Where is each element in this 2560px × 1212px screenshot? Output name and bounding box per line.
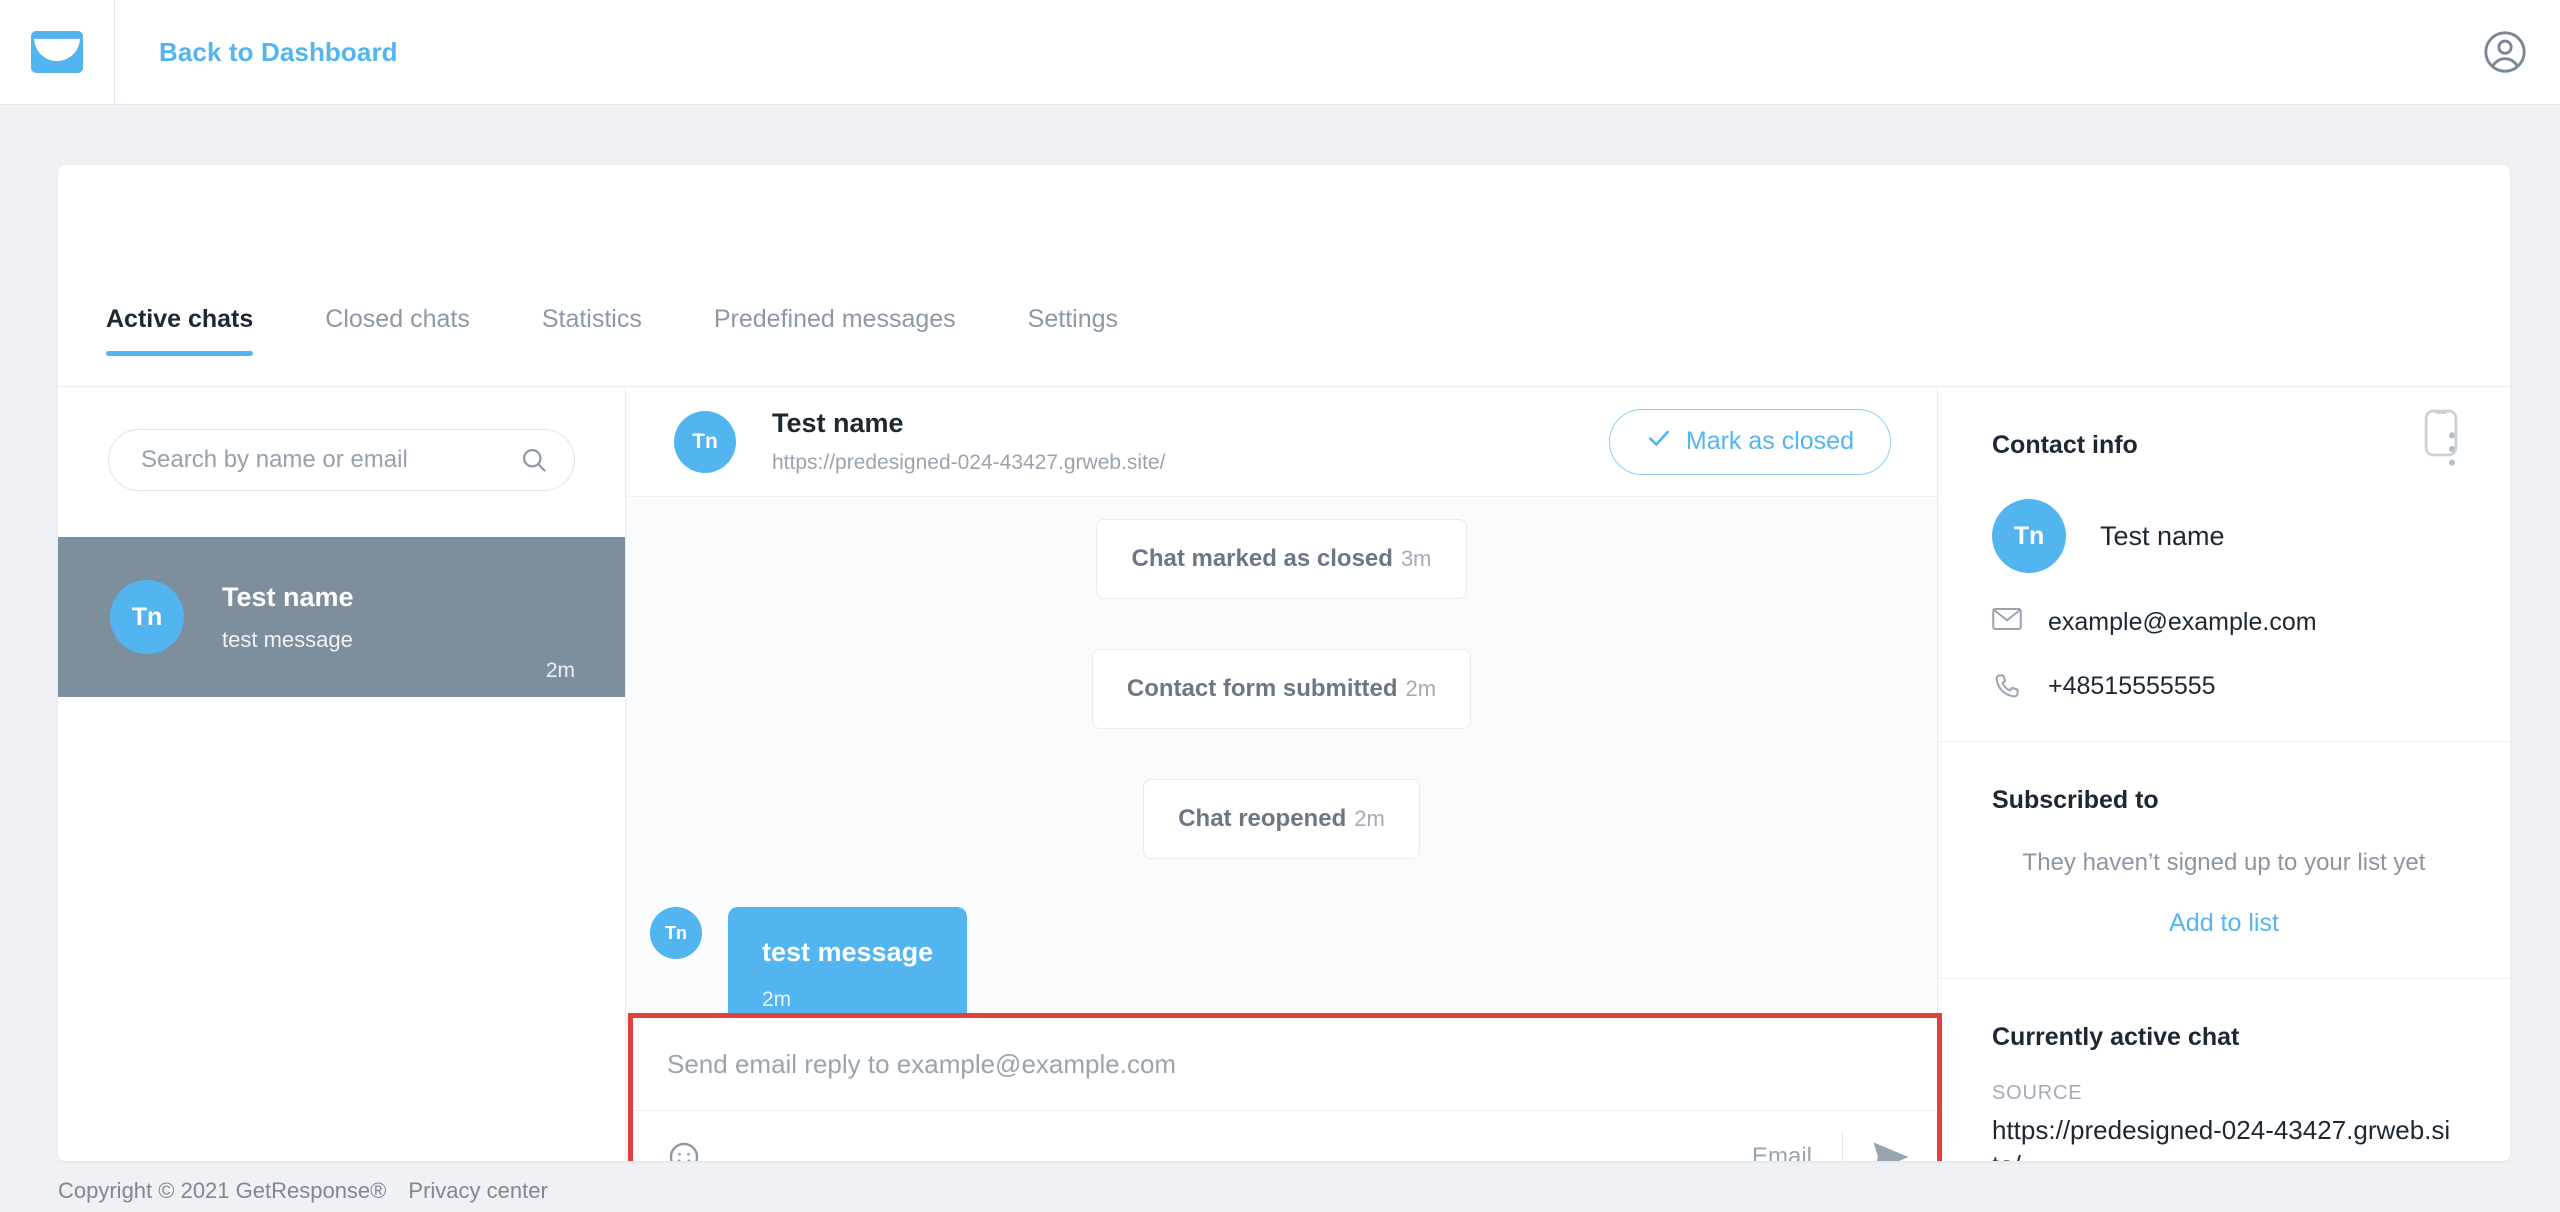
back-to-dashboard-link[interactable]: Back to Dashboard <box>159 37 398 68</box>
main-card: Active chats Closed chats Statistics Pre… <box>58 165 2510 1161</box>
system-event: Chat reopened 2m <box>1143 779 1420 859</box>
list-item-text: Test name test message <box>222 582 546 653</box>
add-to-list-link[interactable]: Add to list <box>1992 909 2456 938</box>
workspace-body: Tn Test name test message 2m Tn Test nam… <box>58 387 2510 1161</box>
composer-input-row[interactable] <box>633 1018 1937 1110</box>
search-input[interactable] <box>141 446 520 474</box>
system-event: Chat marked as closed 3m <box>1096 519 1467 599</box>
conversation-contact-name: Test name <box>772 408 904 438</box>
privacy-center-link[interactable]: Privacy center <box>408 1178 547 1204</box>
list-item-time: 2m <box>545 659 575 682</box>
conversation-source-url: https://predesigned-024-43427.grweb.site… <box>772 451 1166 474</box>
tab-statistics[interactable]: Statistics <box>542 305 642 356</box>
list-item[interactable]: Tn Test name test message 2m <box>58 537 625 697</box>
getresponse-envelope-logo-icon <box>31 31 83 73</box>
conversation-column: Tn Test name https://predesigned-024-434… <box>626 387 1942 1161</box>
user-circle-icon[interactable] <box>2482 29 2528 75</box>
search-wrapper <box>58 387 625 491</box>
composer-toolbar: Email <box>633 1110 1937 1161</box>
tab-predefined-messages[interactable]: Predefined messages <box>714 305 956 356</box>
subscribed-title: Subscribed to <box>1992 786 2159 814</box>
message-time: 2m <box>762 988 792 1011</box>
contact-info-title: Contact info <box>1992 431 2138 459</box>
contact-email: example@example.com <box>2048 607 2317 636</box>
chat-list-column: Tn Test name test message 2m <box>58 387 626 1161</box>
contact-identity-row: Tn Test name <box>1992 499 2456 573</box>
active-chat-section: Currently active chat SOURCE https://pre… <box>1938 979 2510 1161</box>
conversation-header-text: Test name https://predesigned-024-43427.… <box>772 408 1609 475</box>
avatar: Tn <box>1992 499 2066 573</box>
system-event-label: Contact form submitted <box>1126 675 1398 702</box>
avatar: Tn <box>650 907 702 959</box>
search-box[interactable] <box>108 429 575 491</box>
avatar: Tn <box>674 410 736 473</box>
list-item-name: Test name <box>222 581 354 612</box>
composer-channel-label[interactable]: Email <box>1752 1143 1812 1162</box>
footer: Copyright © 2021 GetResponse® Privacy ce… <box>58 1178 548 1204</box>
system-event-time: 3m <box>1400 546 1432 571</box>
contact-phone-row[interactable]: +48515555555 <box>1992 671 2456 701</box>
system-event-label: Chat reopened <box>1178 805 1347 832</box>
contact-info-header: Contact info <box>1992 431 2456 467</box>
message-text: test message <box>762 937 934 967</box>
envelope-icon <box>1992 607 2022 637</box>
source-url: https://predesigned-024-43427.grweb.site… <box>1992 1115 2451 1161</box>
send-arrow-icon[interactable] <box>1871 1140 1911 1161</box>
mark-as-closed-button[interactable]: Mark as closed <box>1608 408 1891 475</box>
tab-list: Active chats Closed chats Statistics Pre… <box>58 165 1190 356</box>
reply-composer[interactable]: Email <box>628 1013 1942 1161</box>
tab-settings[interactable]: Settings <box>1028 305 1118 356</box>
tab-bar: Active chats Closed chats Statistics Pre… <box>58 165 2510 457</box>
contact-email-row[interactable]: example@example.com <box>1992 607 2456 637</box>
logo-cell <box>0 0 115 105</box>
top-bar: Back to Dashboard <box>0 0 2560 105</box>
list-item-preview: test message <box>222 626 353 652</box>
conversation-header: Tn Test name https://predesigned-024-434… <box>626 387 1937 497</box>
mark-as-closed-label: Mark as closed <box>1685 427 1854 455</box>
search-icon[interactable] <box>520 446 548 474</box>
subscribed-empty-text: They haven’t signed up to your list yet <box>2022 849 2426 876</box>
contact-name: Test name <box>2100 520 2225 551</box>
contact-info-panel: Contact info Tn Test name example@exampl… <box>1938 387 2510 1161</box>
check-icon <box>1646 425 1672 458</box>
system-event-time: 2m <box>1405 676 1437 701</box>
system-event-label: Chat marked as closed <box>1131 545 1393 572</box>
emoji-smiley-icon[interactable] <box>667 1140 701 1161</box>
tab-closed-chats[interactable]: Closed chats <box>325 305 470 356</box>
reply-message-input[interactable] <box>667 1048 1903 1080</box>
system-event-time: 2m <box>1354 806 1385 831</box>
composer-divider <box>1842 1130 1843 1161</box>
mobile-phone-icon[interactable] <box>2424 408 2458 458</box>
system-event: Contact form submitted 2m <box>1091 649 1472 729</box>
subscribed-section: Subscribed to They haven’t signed up to … <box>1938 742 2510 979</box>
copyright-text: Copyright © 2021 GetResponse® <box>58 1178 387 1203</box>
tab-active-chats[interactable]: Active chats <box>106 305 254 356</box>
avatar: Tn <box>110 580 184 654</box>
contact-phone: +48515555555 <box>2048 671 2216 700</box>
source-label: SOURCE <box>1992 1082 2083 1104</box>
phone-icon <box>1992 671 2022 701</box>
active-chat-title: Currently active chat <box>1992 1023 2240 1051</box>
